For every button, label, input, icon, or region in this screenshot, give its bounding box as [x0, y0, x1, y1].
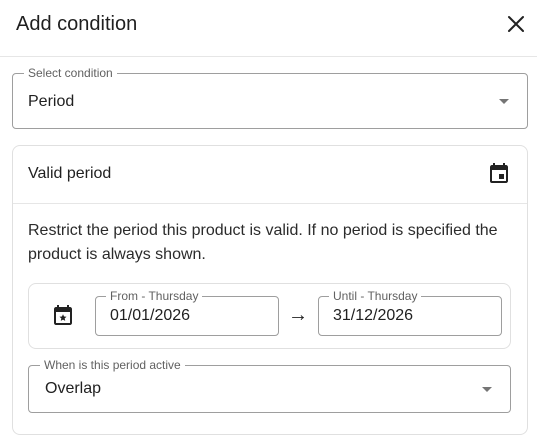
period-active-label: When is this period active — [40, 358, 185, 372]
until-date-field[interactable]: Until - Thursday 31/12/2026 — [318, 289, 502, 336]
from-date-value: 01/01/2026 — [110, 307, 191, 324]
from-date-label: From - Thursday — [106, 289, 203, 303]
chevron-down-icon — [482, 387, 492, 392]
close-button[interactable] — [500, 8, 532, 40]
calendar-star-icon[interactable] — [51, 304, 75, 328]
until-date-label: Until - Thursday — [329, 289, 422, 303]
until-date-value: 31/12/2026 — [333, 307, 414, 324]
select-condition-value: Period — [28, 93, 75, 110]
dialog-title: Add condition — [16, 13, 138, 35]
select-condition-field[interactable]: Select condition Period — [12, 66, 528, 129]
period-active-value: Overlap — [45, 380, 102, 397]
dialog-header: Add condition — [0, 0, 537, 57]
period-active-field[interactable]: When is this period active Overlap — [28, 358, 511, 413]
from-date-field[interactable]: From - Thursday 01/01/2026 — [95, 289, 279, 336]
select-condition-label: Select condition — [24, 66, 117, 80]
chevron-down-icon — [499, 99, 509, 104]
calendar-icon[interactable] — [487, 162, 511, 186]
close-icon — [508, 16, 524, 32]
date-range-box: From - Thursday 01/01/2026 → Until - Thu… — [28, 283, 511, 349]
arrow-right-icon: → — [288, 304, 308, 326]
card-description: Restrict the period this product is vali… — [28, 222, 498, 263]
card-title: Valid period — [28, 165, 112, 182]
card-header: Valid period — [13, 146, 527, 204]
